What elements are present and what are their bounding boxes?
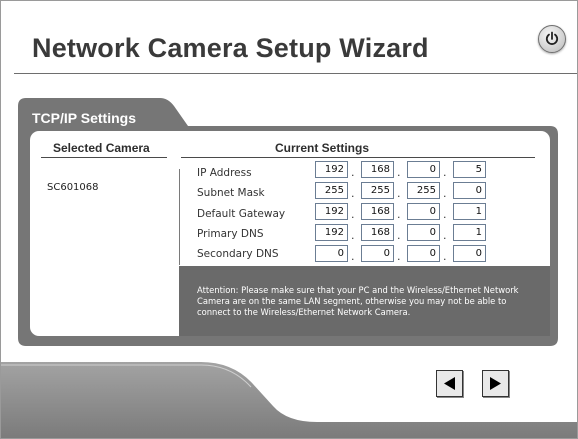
title-divider: [14, 73, 577, 74]
octet-separator: .: [351, 187, 355, 200]
attention-note: Attention: Please make sure that your PC…: [197, 285, 519, 317]
power-button[interactable]: [538, 25, 566, 53]
octet-separator: .: [351, 208, 355, 221]
column-divider: [179, 169, 180, 265]
setup-wizard-window: Network Camera Setup Wizard TCP/IP Setti…: [0, 0, 578, 439]
octet-separator: .: [443, 166, 447, 179]
camera-list-item[interactable]: SC601068: [47, 182, 99, 193]
default-gateway-octet-4[interactable]: 1: [453, 203, 486, 220]
page-title: Network Camera Setup Wizard: [32, 33, 429, 63]
secondary-dns-octet-1[interactable]: 0: [315, 245, 348, 262]
secondary-dns-octet-2[interactable]: 0: [361, 245, 394, 262]
header-underline-left: [41, 157, 167, 158]
ip-address-octet-3[interactable]: 0: [407, 161, 440, 178]
octet-separator: .: [443, 208, 447, 221]
ip-address-octet-2[interactable]: 168: [361, 161, 394, 178]
next-arrow-icon: [490, 377, 501, 390]
primary-dns-octet-1[interactable]: 192: [315, 224, 348, 241]
panel-title: TCP/IP Settings: [32, 110, 136, 126]
subnet-mask-octet-4[interactable]: 0: [453, 182, 486, 199]
octet-separator: .: [397, 229, 401, 242]
default-gateway-octet-1[interactable]: 192: [315, 203, 348, 220]
octet-separator: .: [351, 166, 355, 179]
next-button[interactable]: [482, 370, 509, 397]
primary-dns-label: Primary DNS: [197, 228, 264, 240]
secondary-dns-octet-3[interactable]: 0: [407, 245, 440, 262]
power-icon: [545, 31, 559, 45]
default-gateway-octet-3[interactable]: 0: [407, 203, 440, 220]
primary-dns-octet-4[interactable]: 1: [453, 224, 486, 241]
subnet-mask-label: Subnet Mask: [197, 187, 265, 199]
octet-separator: .: [397, 187, 401, 200]
octet-separator: .: [351, 250, 355, 263]
back-button[interactable]: [436, 370, 463, 397]
ip-address-octet-1[interactable]: 192: [315, 161, 348, 178]
subnet-mask-octet-3[interactable]: 255: [407, 182, 440, 199]
octet-separator: .: [397, 250, 401, 263]
octet-separator: .: [397, 208, 401, 221]
primary-dns-octet-3[interactable]: 0: [407, 224, 440, 241]
subnet-mask-octet-1[interactable]: 255: [315, 182, 348, 199]
current-settings-header: Current Settings: [275, 141, 370, 155]
octet-separator: .: [443, 229, 447, 242]
octet-separator: .: [397, 166, 401, 179]
secondary-dns-label: Secondary DNS: [197, 248, 279, 260]
ip-address-octet-4[interactable]: 5: [453, 161, 486, 178]
octet-separator: .: [443, 187, 447, 200]
primary-dns-octet-2[interactable]: 168: [361, 224, 394, 241]
default-gateway-label: Default Gateway: [197, 208, 286, 220]
octet-separator: .: [351, 229, 355, 242]
header-underline-right: [181, 157, 535, 158]
footer-bar: [1, 362, 577, 438]
subnet-mask-octet-2[interactable]: 255: [361, 182, 394, 199]
default-gateway-octet-2[interactable]: 168: [361, 203, 394, 220]
secondary-dns-octet-4[interactable]: 0: [453, 245, 486, 262]
selected-camera-header: Selected Camera: [53, 141, 150, 155]
octet-separator: .: [443, 250, 447, 263]
back-arrow-icon: [444, 377, 455, 390]
ip-address-label: IP Address: [197, 167, 252, 179]
